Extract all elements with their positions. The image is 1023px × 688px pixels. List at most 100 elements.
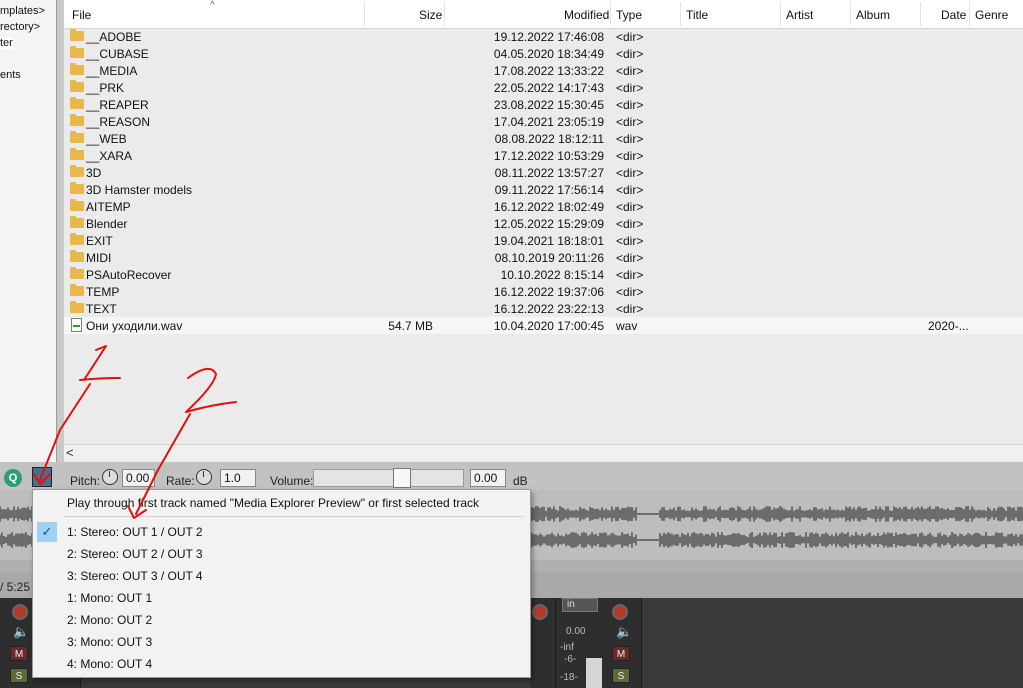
volume-field[interactable]: 0.00 bbox=[470, 469, 506, 487]
file-row[interactable]: Они уходили.wav 54.7 MB 10.04.2020 17:00:4… bbox=[64, 317, 1023, 334]
input-select[interactable]: in bbox=[562, 598, 598, 612]
folder-icon bbox=[70, 46, 84, 58]
folder-row[interactable]: MIDI 08.10.2019 20:11:26 <dir> bbox=[64, 249, 1023, 266]
folder-icon bbox=[70, 216, 84, 228]
folder-row[interactable]: __ADOBE 19.12.2022 17:46:08 <dir> bbox=[64, 28, 1023, 45]
mute-button[interactable]: M bbox=[10, 646, 28, 661]
folder-row[interactable]: __MEDIA 17.08.2022 13:33:22 <dir> bbox=[64, 62, 1023, 79]
pitch-label: Pitch: bbox=[70, 474, 101, 488]
column-file[interactable]: File bbox=[72, 8, 91, 22]
menu-item-output[interactable]: 2: Stereo: OUT 2 / OUT 3 bbox=[33, 543, 530, 565]
folder-row[interactable]: TEXT 16.12.2022 23:22:13 <dir> bbox=[64, 300, 1023, 317]
menu-item-output[interactable]: 4: Mono: OUT 4 bbox=[33, 653, 530, 675]
sort-ascending-icon: ^ bbox=[210, 0, 215, 11]
output-routing-button[interactable] bbox=[32, 467, 52, 487]
speaker-icon[interactable]: 🔈 bbox=[13, 624, 29, 640]
solo-button[interactable]: S bbox=[612, 668, 630, 683]
column-title[interactable]: Title bbox=[686, 8, 708, 22]
folder-row[interactable]: PSAutoRecover 10.10.2022 8:15:14 <dir> bbox=[64, 266, 1023, 283]
file-name: __ADOBE bbox=[86, 30, 142, 44]
file-modified: 09.11.2022 17:56:14 bbox=[494, 183, 604, 197]
file-type: <dir> bbox=[616, 81, 644, 95]
folder-row[interactable]: 3D 08.11.2022 13:57:27 <dir> bbox=[64, 164, 1023, 181]
file-name: TEXT bbox=[86, 302, 117, 316]
column-modified[interactable]: Modified bbox=[564, 8, 609, 22]
pitch-knob[interactable] bbox=[102, 469, 118, 485]
column-type[interactable]: Type bbox=[616, 8, 642, 22]
file-name: PSAutoRecover bbox=[86, 268, 172, 282]
file-type: <dir> bbox=[616, 98, 644, 112]
file-modified: 22.05.2022 14:17:43 bbox=[493, 81, 604, 95]
volume-label: Volume: bbox=[270, 474, 314, 488]
record-arm-icon[interactable] bbox=[12, 604, 28, 620]
horizontal-scrollbar[interactable]: < bbox=[64, 444, 1023, 461]
menu-item-label: 3: Mono: OUT 3 bbox=[67, 635, 153, 649]
folder-row[interactable]: AITEMP 16.12.2022 18:02:49 <dir> bbox=[64, 198, 1023, 215]
file-name: Они уходили.wav bbox=[86, 319, 183, 333]
file-name: __PRK bbox=[86, 81, 125, 95]
folder-row[interactable]: __REASON 17.04.2021 23:05:19 <dir> bbox=[64, 113, 1023, 130]
menu-item-output[interactable]: 2: Mono: OUT 2 bbox=[33, 609, 530, 631]
folder-row[interactable]: EXIT 19.04.2021 18:18:01 <dir> bbox=[64, 232, 1023, 249]
folder-row[interactable]: TEMP 16.12.2022 19:37:06 <dir> bbox=[64, 283, 1023, 300]
volume-slider-thumb[interactable] bbox=[392, 468, 411, 488]
file-type: <dir> bbox=[616, 285, 644, 299]
menu-item-first-track[interactable]: Play through first track named "Media Ex… bbox=[67, 496, 479, 510]
volume-slider[interactable] bbox=[313, 469, 464, 487]
folder-row[interactable]: __CUBASE 04.05.2020 18:34:49 <dir> bbox=[64, 45, 1023, 62]
file-type: <dir> bbox=[616, 149, 644, 163]
file-type: wav bbox=[616, 319, 638, 333]
folder-icon bbox=[70, 114, 84, 126]
file-name: TEMP bbox=[86, 285, 120, 299]
tree-item[interactable]: rectory> bbox=[0, 21, 40, 33]
folder-icon bbox=[70, 148, 84, 160]
rate-field[interactable]: 1.0 bbox=[220, 469, 256, 487]
file-type: <dir> bbox=[616, 200, 644, 214]
column-album[interactable]: Album bbox=[856, 8, 890, 22]
record-arm-icon[interactable] bbox=[612, 604, 628, 620]
menu-item-output[interactable]: 3: Mono: OUT 3 bbox=[33, 631, 530, 653]
folder-row[interactable]: 3D Hamster models 09.11.2022 17:56:14 <dir… bbox=[64, 181, 1023, 198]
file-type: <dir> bbox=[616, 30, 644, 44]
file-modified: 10.10.2022 8:15:14 bbox=[500, 268, 604, 282]
file-type: <dir> bbox=[616, 115, 644, 129]
track-fader[interactable] bbox=[586, 658, 602, 688]
menu-item-output[interactable]: 1: Mono: OUT 1 bbox=[33, 587, 530, 609]
folder-row[interactable]: Blender 12.05.2022 15:29:09 <dir> bbox=[64, 215, 1023, 232]
search-icon[interactable]: Q bbox=[4, 469, 22, 487]
file-date: 2020-... bbox=[928, 319, 969, 333]
volume-unit: dB bbox=[513, 474, 528, 488]
folder-row[interactable]: __WEB 08.08.2022 18:12:11 <dir> bbox=[64, 130, 1023, 147]
file-name: MIDI bbox=[86, 251, 112, 265]
file-size: 54.7 MB bbox=[388, 319, 433, 333]
file-type: <dir> bbox=[616, 132, 644, 146]
column-artist[interactable]: Artist bbox=[786, 8, 813, 22]
rate-knob[interactable] bbox=[196, 469, 212, 485]
folder-row[interactable]: __REAPER 23.08.2022 15:30:45 <dir> bbox=[64, 96, 1023, 113]
column-genre[interactable]: Genre bbox=[975, 8, 1008, 22]
folder-icon bbox=[70, 131, 84, 143]
folder-icon bbox=[70, 182, 84, 194]
menu-item-label: 1: Stereo: OUT 1 / OUT 2 bbox=[67, 525, 203, 539]
solo-button[interactable]: S bbox=[10, 668, 28, 683]
folder-row[interactable]: __XARA 17.12.2022 10:53:29 <dir> bbox=[64, 147, 1023, 164]
tree-item[interactable]: ents bbox=[0, 69, 21, 81]
pitch-field[interactable]: 0.00 bbox=[122, 469, 155, 487]
speaker-icon[interactable]: 🔈 bbox=[616, 624, 632, 640]
tree-item-selected[interactable]: ter bbox=[0, 37, 13, 49]
menu-item-output[interactable]: ✓ 1: Stereo: OUT 1 / OUT 2 bbox=[33, 521, 530, 543]
mute-button[interactable]: M bbox=[612, 646, 630, 661]
column-header: ^ File Size Modified Type Title Artist A… bbox=[64, 0, 1023, 29]
column-date[interactable]: Date bbox=[941, 8, 966, 22]
file-type: <dir> bbox=[616, 64, 644, 78]
folder-row[interactable]: __PRK 22.05.2022 14:17:43 <dir> bbox=[64, 79, 1023, 96]
tree-item[interactable]: mplates> bbox=[0, 5, 45, 17]
file-type: <dir> bbox=[616, 183, 644, 197]
record-arm-icon[interactable] bbox=[532, 604, 548, 620]
scroll-left-icon[interactable]: < bbox=[66, 445, 74, 460]
folder-icon bbox=[70, 97, 84, 109]
folder-icon bbox=[70, 267, 84, 279]
meter-scale-label: -6- bbox=[564, 654, 577, 665]
menu-item-output[interactable]: 3: Stereo: OUT 3 / OUT 4 bbox=[33, 565, 530, 587]
column-size[interactable]: Size bbox=[419, 8, 442, 22]
